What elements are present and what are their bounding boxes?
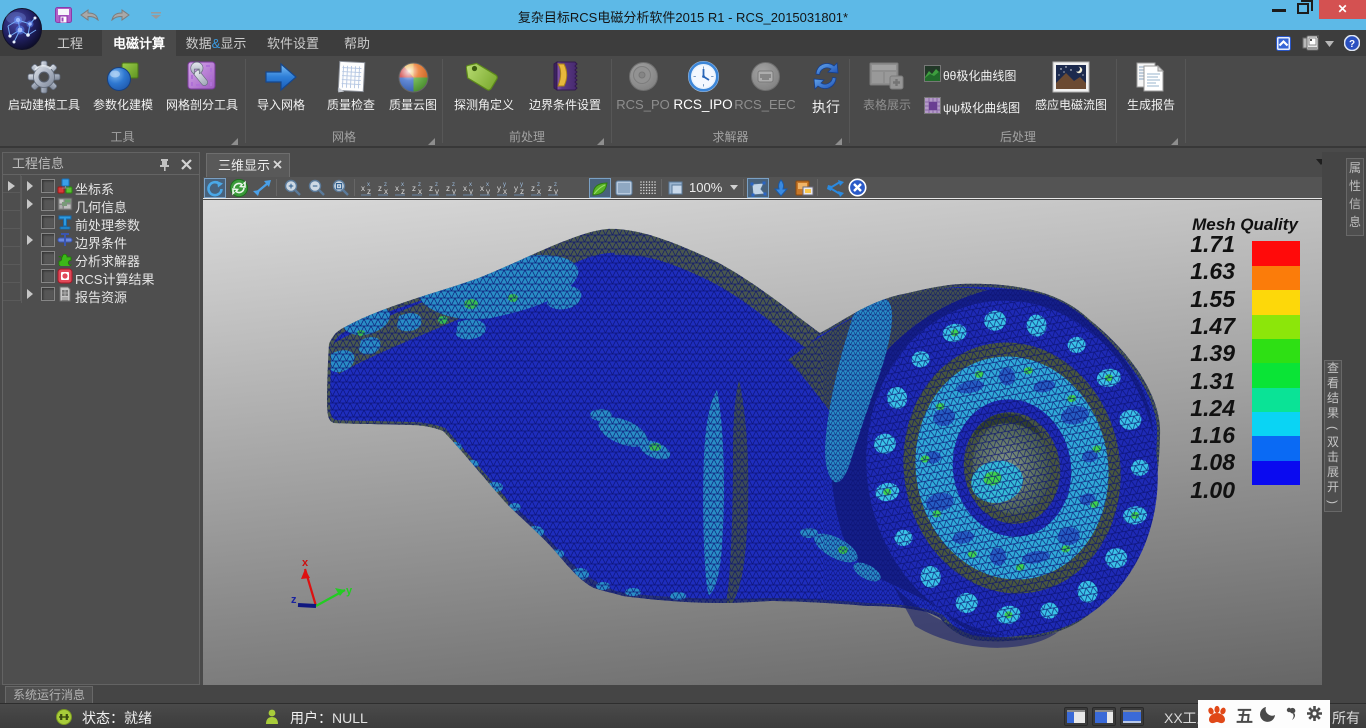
svg-text:z: z [412,184,416,193]
svg-text:y: y [503,182,506,188]
svg-text:x: x [302,557,309,569]
svg-text:z: z [384,182,387,188]
svg-text:y: y [514,184,518,193]
svg-text:y: y [520,182,523,188]
svg-text:z: z [429,184,433,193]
svg-text:x: x [395,184,399,193]
svg-text:x: x [367,182,370,188]
svg-text:+: + [288,181,293,191]
svg-text:z: z [548,184,552,193]
svg-text:x: x [480,184,484,193]
svg-text:z: z [418,182,421,188]
svg-text:y: y [497,184,501,193]
svg-text:−: − [312,181,317,191]
svg-text:⊡: ⊡ [335,181,343,191]
svg-text:z: z [537,182,540,188]
svg-text:x: x [463,184,467,193]
svg-text:y: y [346,585,353,597]
svg-text:x: x [361,184,365,193]
svg-text:z: z [291,594,297,606]
svg-text:?: ? [1349,39,1355,50]
svg-text:z: z [435,182,438,188]
svg-text:z: z [531,184,535,193]
svg-text:z: z [554,182,557,188]
svg-text:z: z [452,182,455,188]
svg-text:z: z [378,184,382,193]
svg-text:x: x [469,182,472,188]
svg-text:z: z [446,184,450,193]
svg-text:x: x [486,182,489,188]
svg-text:x: x [401,182,404,188]
